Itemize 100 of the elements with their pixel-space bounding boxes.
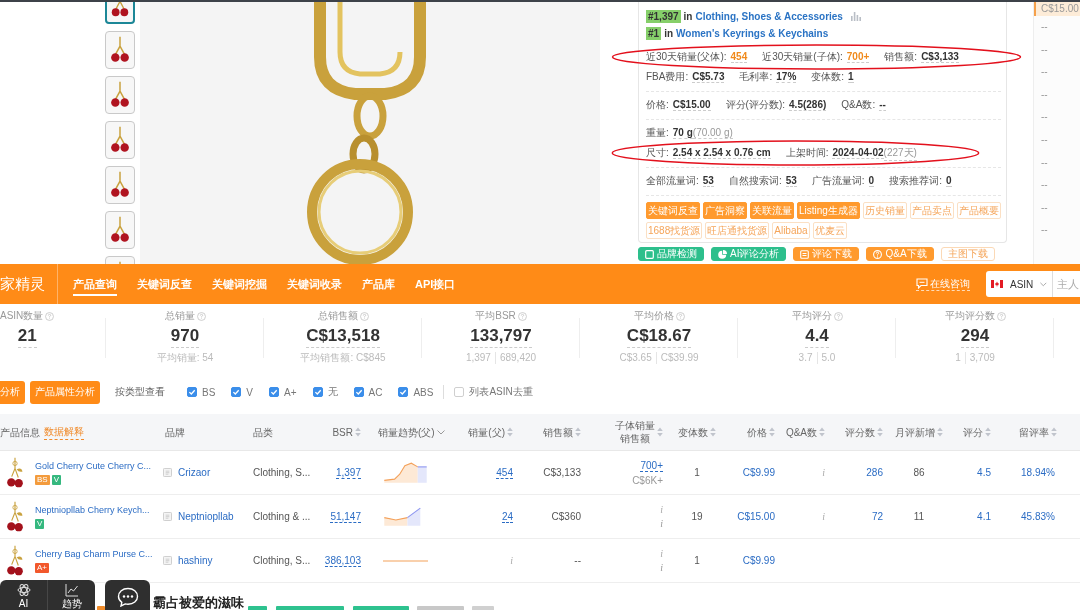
nav-tab[interactable]: 关键词收录 [287,272,342,296]
tool-tag[interactable]: 旺店通找货源 [705,222,770,239]
help-icon[interactable] [675,311,685,321]
button-edge[interactable] [353,606,409,610]
column-header: 留评率 [1019,425,1049,439]
button-edge[interactable] [248,606,267,610]
tool-tag[interactable]: 历史销量 [862,202,907,219]
category-link[interactable]: Clothing, Shoes & Accessories [695,11,843,22]
thumbnail[interactable] [105,211,135,249]
checkbox[interactable] [398,387,409,397]
nav-tab[interactable]: 关键词挖掘 [212,272,267,296]
checkbox[interactable] [187,387,197,397]
help-icon[interactable] [517,311,527,321]
table-link[interactable]: 1,397 [335,466,361,479]
action-button[interactable]: 主图下载 [940,247,995,261]
help-icon[interactable] [359,311,369,321]
sort-icon[interactable] [507,427,513,437]
nav-tab[interactable]: 关键词反查 [137,272,192,296]
sort-icon[interactable] [710,427,716,437]
tool-tag[interactable]: 产品概要 [956,202,1001,219]
sort-icon[interactable] [1051,427,1057,437]
help-icon[interactable] [833,311,843,321]
tool-tag[interactable]: 广告洞察 [703,202,747,219]
product-title-link[interactable]: Neptniopllab Cherry Keych... [35,504,150,515]
brand-link[interactable]: Neptniopllab [178,511,234,522]
help-icon[interactable] [996,311,1006,321]
column-header: 价格 [747,425,767,439]
stat-value: 21 [17,326,37,348]
category-link[interactable]: Women's Keyrings & Keychains [676,28,829,39]
sort-icon[interactable] [819,427,825,437]
checkbox[interactable] [231,387,242,397]
action-button[interactable]: 评论下载 [793,247,860,261]
chat-button[interactable] [105,580,150,610]
checkbox[interactable] [269,387,279,397]
table-link[interactable]: 386,103 [324,554,361,567]
document-icon[interactable] [163,512,172,521]
sort-icon[interactable] [355,427,361,437]
sort-icon[interactable] [769,427,775,437]
column-header: 产品信息 [0,425,40,439]
button-edge[interactable] [97,606,105,610]
nav-tab[interactable]: API接口 [415,272,456,296]
sort-icon[interactable] [575,427,581,437]
analysis-button[interactable]: 产品属性分析 [30,380,100,404]
checkbox[interactable] [454,387,465,397]
field-label: 变体数: [811,70,845,84]
analysis-button[interactable]: 分析 [0,380,25,404]
table-link[interactable]: 700+ [640,459,663,472]
brand-link[interactable]: Crizaor [178,467,211,478]
sort-icon[interactable] [657,427,663,437]
tool-tag[interactable]: 产品卖点 [909,202,954,219]
action-button[interactable]: AI评论分析 [711,247,787,261]
bar-chart-icon[interactable] [850,12,861,21]
sort-icon[interactable] [937,427,943,437]
cherry-keychain-image[interactable] [5,456,25,489]
consult-link[interactable]: 在线咨询 [916,277,970,291]
button-edge[interactable] [417,606,464,610]
thumbnail[interactable] [105,76,135,114]
nav-tab[interactable]: 产品库 [362,272,395,296]
caret-down-icon[interactable] [436,429,445,435]
product-title-link[interactable]: Cherry Bag Charm Purse C... [35,548,153,559]
brand-link[interactable]: hashiny [178,555,213,566]
button-edge[interactable] [276,606,344,610]
tool-tag[interactable]: Listing生成器 [797,202,860,219]
action-button[interactable]: Q&A下载 [866,247,934,261]
field-label: Q&A数: [841,98,876,112]
thumbnail[interactable] [105,31,135,69]
document-icon[interactable] [163,556,172,565]
market-select[interactable]: ASIN [986,271,1052,297]
tool-tag[interactable]: 1688找货源 [646,222,703,239]
table-link[interactable]: 51,147 [330,510,361,523]
document-icon[interactable] [163,468,172,477]
checkbox-label: BS [202,386,216,398]
cherry-keychain-image[interactable] [5,500,25,533]
data-explanation-link[interactable]: 数据解释 [44,424,84,440]
column-header: 品类 [253,425,273,439]
field-label: 重量: [646,126,669,140]
button-edge[interactable] [472,606,494,610]
thumbnail[interactable] [105,121,135,159]
help-icon[interactable] [196,311,206,321]
product-title-link[interactable]: Gold Cherry Cute Cherry C... [35,460,152,471]
sort-icon[interactable] [985,427,991,437]
toolbar-button[interactable]: 趋势 [47,580,95,610]
help-icon[interactable] [45,311,55,321]
toolbar-button[interactable]: AI [0,580,47,610]
product-badge: V [35,518,45,529]
thumbnail[interactable] [105,166,135,204]
tool-tag[interactable]: 关联流量 [750,202,794,219]
cherry-keychain-image[interactable] [5,544,25,577]
sort-icon[interactable] [877,427,883,437]
tool-tag[interactable]: 优麦云 [812,222,847,239]
tool-tag[interactable]: Alibaba [772,222,810,239]
search-field[interactable]: 主人 [1052,271,1080,297]
field-value: 2024-04-02 [832,147,884,159]
checkbox[interactable] [353,387,364,397]
nav-tab[interactable]: 产品查询 [73,272,117,296]
table-link[interactable]: 24 [501,510,513,523]
tool-tag[interactable]: 关键词反查 [646,202,700,219]
checkbox[interactable] [312,387,323,397]
table-link[interactable]: 454 [496,466,513,479]
action-button[interactable]: 品牌检测 [638,247,704,261]
